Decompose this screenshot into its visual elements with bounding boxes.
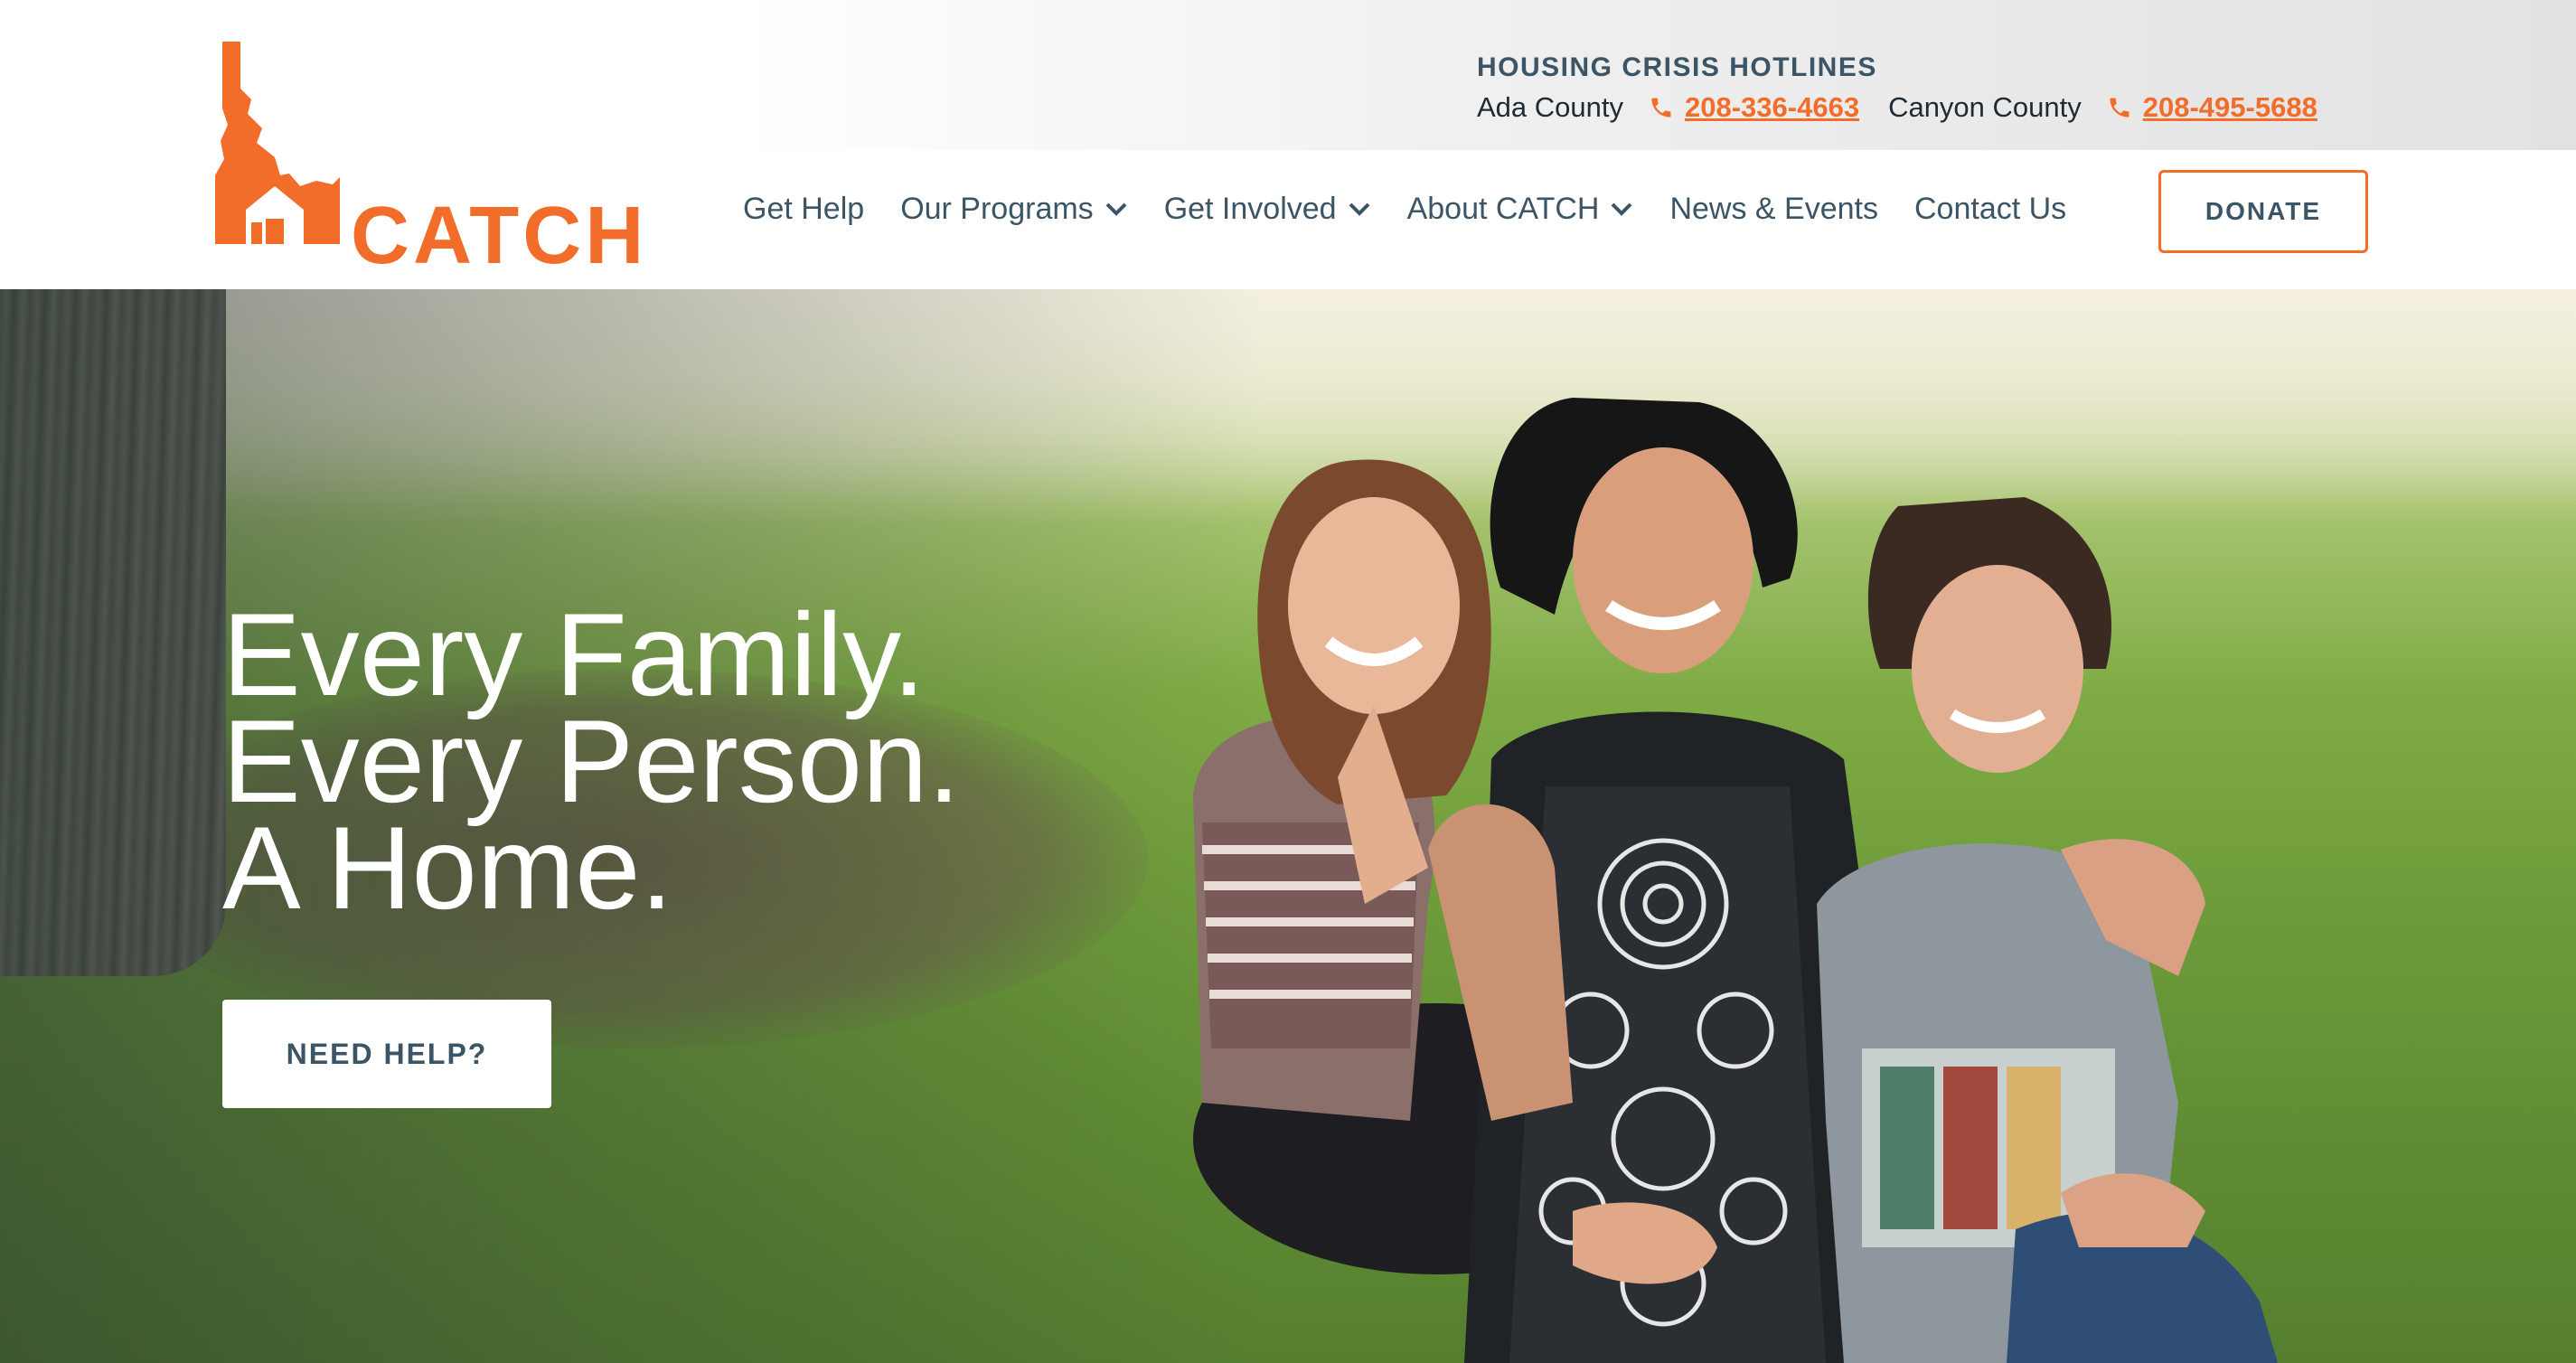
- family-photo-illustration: [1193, 398, 2278, 1363]
- hero-headline-line: Every Family.: [222, 588, 926, 720]
- nav-item-label: News & Events: [1669, 191, 1878, 226]
- chevron-down-icon: [1612, 202, 1632, 216]
- nav-item-contact-us[interactable]: Contact Us: [1914, 192, 2066, 227]
- site-header: CATCH HOUSING CRISIS HOTLINES Ada County…: [0, 0, 2576, 289]
- chevron-down-icon: [1105, 202, 1127, 216]
- hero-section: Every Family. Every Person. A Home. NEED…: [0, 289, 2576, 1363]
- phone-icon: [1651, 98, 1671, 118]
- need-help-button[interactable]: NEED HELP?: [222, 1000, 551, 1108]
- phone-icon: [2110, 98, 2129, 118]
- main-nav: Get Help Our Programs Get Involved About…: [743, 186, 2102, 231]
- canyon-county-label: Canyon County: [1888, 91, 2082, 123]
- ada-county-phone-link[interactable]: 208-336-4663: [1685, 91, 1859, 124]
- donate-button[interactable]: DONATE: [2158, 170, 2368, 253]
- canyon-county-phone-link[interactable]: 208-495-5688: [2143, 91, 2317, 124]
- catch-logo[interactable]: CATCH: [215, 42, 644, 277]
- nav-item-get-help[interactable]: Get Help: [743, 192, 864, 227]
- nav-item-news-events[interactable]: News & Events: [1669, 192, 1878, 227]
- logo-wordmark: CATCH: [351, 191, 648, 281]
- nav-item-our-programs[interactable]: Our Programs: [900, 192, 1128, 227]
- hero-headline-line: A Home.: [222, 802, 673, 934]
- ada-county-label: Ada County: [1477, 91, 1623, 123]
- hotline-row: Ada County 208-336-4663 Canyon County 20…: [1477, 89, 2317, 127]
- nav-item-about-catch[interactable]: About CATCH: [1407, 192, 1634, 227]
- idaho-house-logo-icon: [215, 42, 340, 244]
- hero-headline-line: Every Person.: [222, 695, 961, 827]
- hero-headline: Every Family. Every Person. A Home.: [222, 588, 961, 934]
- chevron-down-icon: [1349, 202, 1369, 216]
- nav-item-get-involved[interactable]: Get Involved: [1164, 192, 1371, 227]
- nav-item-label: Our Programs: [900, 191, 1094, 226]
- nav-item-label: Get Involved: [1163, 191, 1337, 226]
- nav-item-label: Get Help: [743, 191, 865, 226]
- nav-item-label: Contact Us: [1914, 191, 2067, 226]
- nav-item-label: About CATCH: [1406, 191, 1600, 226]
- hotlines-title: HOUSING CRISIS HOTLINES: [1477, 52, 1877, 82]
